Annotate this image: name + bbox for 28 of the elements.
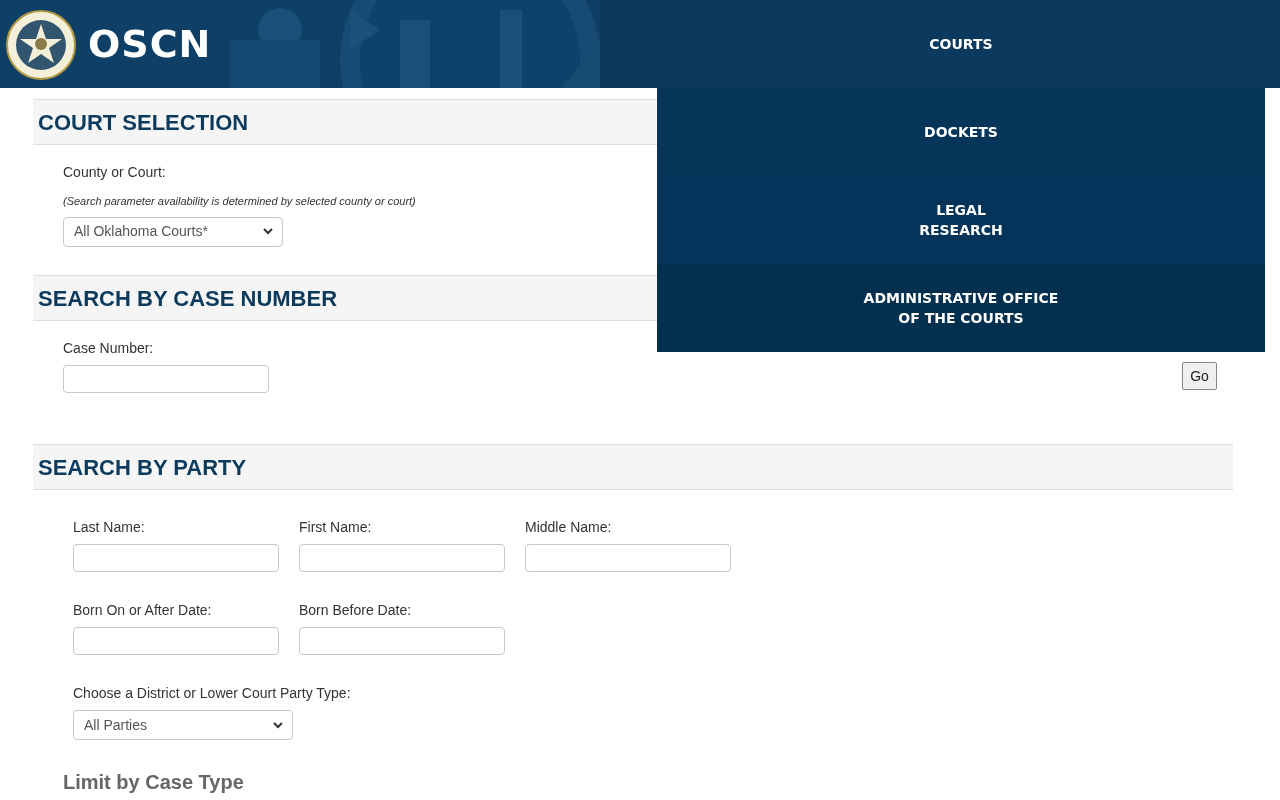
chevron-down-icon: [263, 228, 273, 235]
go-button[interactable]: Go: [1182, 362, 1217, 390]
field-label: County or Court:: [63, 163, 167, 182]
text-field[interactable]: [73, 627, 279, 655]
field-label: Last Name:: [73, 518, 146, 537]
subsection-title: Limit by Case Type: [63, 770, 245, 795]
select-dropdown[interactable]: All Oklahoma Courts*: [63, 216, 283, 247]
nav-link[interactable]: ADMINISTRATIVE OFFICE OF THE COURTS: [863, 288, 1059, 328]
section-title: SEARCH BY CASE NUMBER: [38, 284, 338, 313]
field-label: Middle Name:: [525, 518, 613, 537]
nav-link[interactable]: DOCKETS: [924, 122, 998, 142]
field-label: Case Number:: [63, 339, 155, 358]
text-field[interactable]: [299, 627, 505, 655]
text-field[interactable]: [525, 544, 731, 572]
field-label: Born Before Date:: [299, 601, 413, 620]
field-label: First Name:: [299, 518, 373, 537]
text-field[interactable]: [63, 365, 269, 393]
field-label: Choose a District or Lower Court Party Type:: [73, 684, 352, 703]
select-dropdown[interactable]: All Parties: [73, 710, 293, 740]
nav-link[interactable]: COURTS: [929, 34, 993, 54]
section-title: COURT SELECTION: [38, 108, 249, 137]
text-field[interactable]: [73, 544, 279, 572]
logo-text[interactable]: OSCN: [88, 15, 212, 73]
nav-link[interactable]: LEGAL RESEARCH: [919, 200, 1003, 240]
section-title: SEARCH BY PARTY: [38, 453, 247, 482]
field-label: Born On or After Date:: [73, 601, 213, 620]
chevron-down-icon: [273, 721, 283, 729]
text-field[interactable]: [299, 544, 505, 572]
